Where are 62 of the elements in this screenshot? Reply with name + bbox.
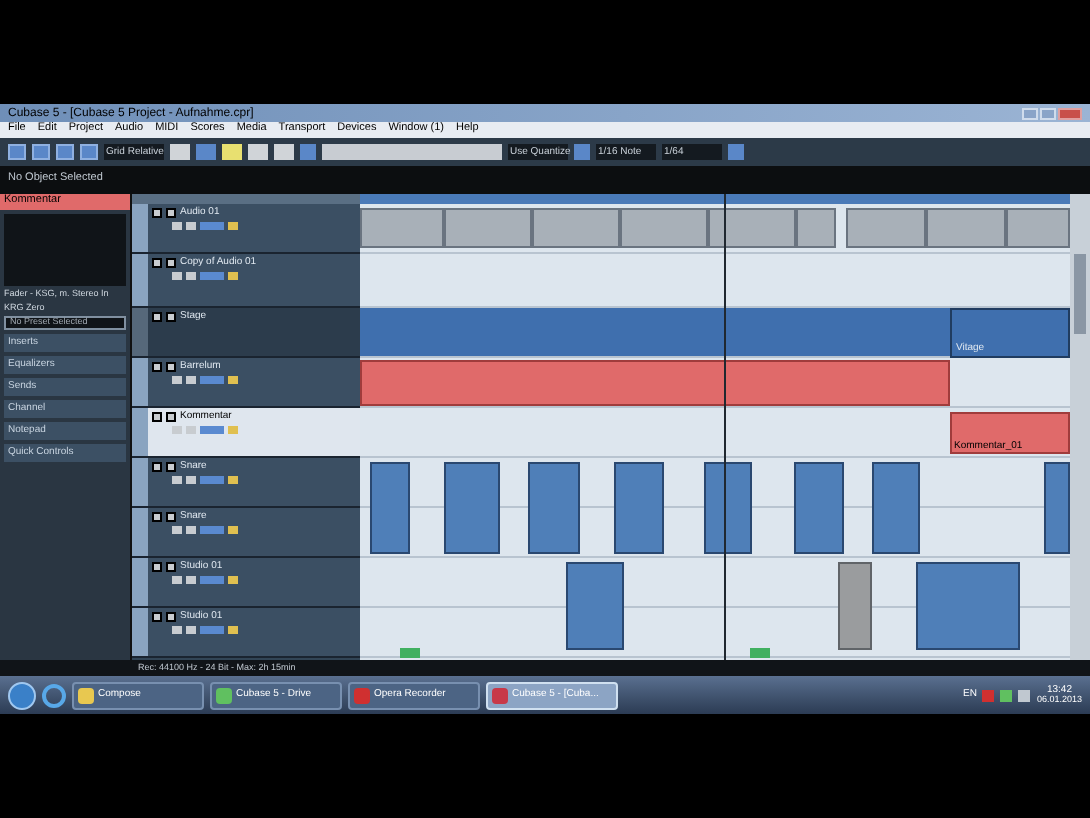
channel-settings-panel: [4, 214, 126, 286]
track-button[interactable]: [228, 376, 238, 384]
audio-part[interactable]: [708, 208, 796, 248]
midi-part[interactable]: [444, 462, 500, 554]
mute-button[interactable]: [152, 312, 162, 322]
track-button[interactable]: [200, 272, 224, 280]
maximize-button[interactable]: [1040, 107, 1056, 119]
app-icon: [354, 687, 370, 703]
track-button[interactable]: [228, 272, 238, 280]
midi-part[interactable]: [794, 462, 844, 554]
solo-button[interactable]: [166, 512, 176, 522]
track-button[interactable]: [200, 426, 224, 434]
track-button[interactable]: [228, 526, 238, 534]
solo-button[interactable]: [166, 562, 176, 572]
app-icon: [216, 687, 232, 703]
mute-button[interactable]: [152, 362, 162, 372]
minimize-button[interactable]: [1022, 107, 1038, 119]
solo-button[interactable]: [166, 208, 176, 218]
app-icon: [78, 687, 94, 703]
midi-part[interactable]: [872, 462, 920, 554]
track-button[interactable]: [200, 576, 224, 584]
track-button[interactable]: [200, 222, 224, 230]
midi-part[interactable]: [916, 562, 1020, 650]
muted-part[interactable]: [838, 562, 872, 650]
midi-part[interactable]: [1044, 462, 1070, 554]
solo-button[interactable]: [166, 362, 176, 372]
midi-part[interactable]: [614, 462, 664, 554]
solo-button[interactable]: [166, 462, 176, 472]
solo-button[interactable]: [166, 612, 176, 622]
tool-button[interactable]: [574, 144, 590, 160]
solo-button[interactable]: [166, 312, 176, 322]
track-button[interactable]: [228, 476, 238, 484]
midi-part[interactable]: [566, 562, 624, 650]
track-button[interactable]: [228, 426, 238, 434]
mute-button[interactable]: [152, 412, 162, 422]
scroll-thumb[interactable]: [1074, 254, 1086, 334]
mute-button[interactable]: [152, 612, 162, 622]
mute-button[interactable]: [152, 462, 162, 472]
folder-part[interactable]: [950, 308, 1070, 358]
mute-button[interactable]: [152, 562, 162, 572]
midi-part[interactable]: [360, 360, 950, 406]
track-button[interactable]: [200, 626, 224, 634]
mute-button[interactable]: [152, 258, 162, 268]
track-button[interactable]: [200, 476, 224, 484]
midi-part[interactable]: [528, 462, 580, 554]
solo-button[interactable]: [166, 258, 176, 268]
track-button[interactable]: [228, 576, 238, 584]
track-button[interactable]: [200, 376, 224, 384]
mute-button[interactable]: [152, 208, 162, 218]
start-button[interactable]: [8, 681, 36, 709]
tool-palette[interactable]: [322, 144, 502, 160]
mute-button[interactable]: [152, 512, 162, 522]
app-icon: [492, 687, 508, 703]
midi-part[interactable]: [370, 462, 410, 554]
tool-button[interactable]: [728, 144, 744, 160]
midi-part[interactable]: [704, 462, 752, 554]
solo-button[interactable]: [166, 412, 176, 422]
track-button[interactable]: [228, 626, 238, 634]
vertical-scrollbar[interactable]: [1070, 194, 1090, 660]
track-button[interactable]: [228, 222, 238, 230]
close-button[interactable]: [1058, 107, 1082, 119]
track-button[interactable]: [200, 526, 224, 534]
